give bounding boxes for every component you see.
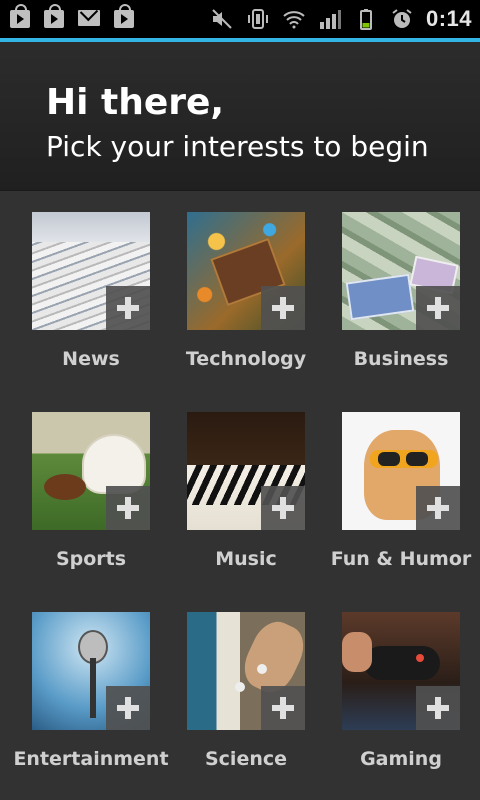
music-thumbnail xyxy=(187,412,305,530)
gmail-icon xyxy=(78,10,100,26)
battery-icon xyxy=(354,7,378,31)
clock: 0:14 xyxy=(425,6,472,31)
sports-thumbnail xyxy=(32,412,150,530)
status-bar: 0:14 xyxy=(0,0,480,38)
interests-grid: News Technology Business Sports Music Fu… xyxy=(0,190,480,800)
plus-icon[interactable] xyxy=(261,686,305,730)
interest-label: Fun & Humor xyxy=(330,548,472,570)
gaming-thumbnail xyxy=(342,612,460,730)
signal-icon xyxy=(318,7,342,31)
interest-label: Gaming xyxy=(360,748,442,770)
fun-humor-thumbnail xyxy=(342,412,460,530)
interest-tile-entertainment[interactable]: Entertainment xyxy=(0,590,169,780)
welcome-header: Hi there, Pick your interests to begin xyxy=(0,42,480,191)
mute-icon xyxy=(210,7,234,31)
interest-tile-business[interactable]: Business xyxy=(310,190,470,380)
plus-icon[interactable] xyxy=(106,286,150,330)
system-icons: 0:14 xyxy=(210,6,472,32)
vibrate-icon xyxy=(246,7,270,31)
notification-icons xyxy=(10,4,134,28)
shopping-bag-icon xyxy=(10,4,30,28)
technology-thumbnail xyxy=(187,212,305,330)
entertainment-thumbnail xyxy=(32,612,150,730)
plus-icon[interactable] xyxy=(106,486,150,530)
greeting-title: Hi there, xyxy=(46,82,225,123)
wifi-icon xyxy=(282,7,306,31)
interest-tile-gaming[interactable]: Gaming xyxy=(310,590,470,780)
plus-icon[interactable] xyxy=(416,286,460,330)
plus-icon[interactable] xyxy=(261,286,305,330)
interest-tile-science[interactable]: Science xyxy=(155,590,315,780)
plus-icon[interactable] xyxy=(261,486,305,530)
shopping-bag-icon xyxy=(44,4,64,28)
greeting-subtitle: Pick your interests to begin xyxy=(46,130,429,163)
interest-label: Business xyxy=(353,348,449,370)
interest-tile-news[interactable]: News xyxy=(0,190,160,380)
plus-icon[interactable] xyxy=(416,686,460,730)
business-thumbnail xyxy=(342,212,460,330)
interest-tile-technology[interactable]: Technology xyxy=(155,190,315,380)
shopping-bag-icon xyxy=(114,4,134,28)
alarm-icon xyxy=(390,7,414,31)
plus-icon[interactable] xyxy=(106,686,150,730)
science-thumbnail xyxy=(187,612,305,730)
interest-tile-sports[interactable]: Sports xyxy=(0,390,160,580)
interest-tile-music[interactable]: Music xyxy=(155,390,315,580)
plus-icon[interactable] xyxy=(416,486,460,530)
news-thumbnail xyxy=(32,212,150,330)
interest-tile-fun-humor[interactable]: Fun & Humor xyxy=(310,390,471,580)
